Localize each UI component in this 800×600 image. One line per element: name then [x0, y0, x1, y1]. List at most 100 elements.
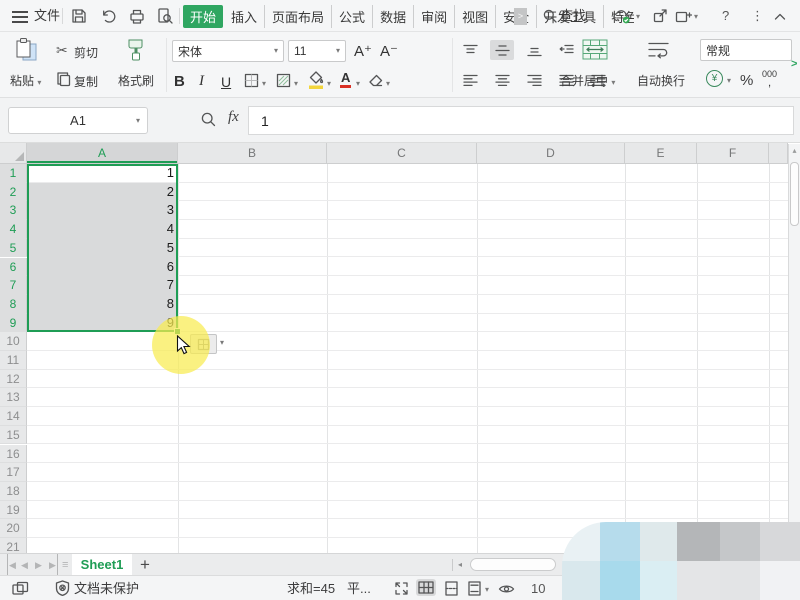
row-header-21[interactable]: 21 — [0, 538, 27, 553]
row-header-20[interactable]: 20 — [0, 519, 27, 538]
paste-icon[interactable] — [14, 37, 40, 65]
file-menu[interactable]: 文件 — [34, 0, 60, 32]
spreadsheet-grid[interactable]: ABCDEF123456789101112131415161718192021 … — [0, 143, 800, 553]
copy-button[interactable]: 复制 — [74, 73, 98, 90]
cell-A2[interactable]: 2 — [27, 183, 178, 202]
row-header-13[interactable]: 13 — [0, 388, 27, 407]
menu-tab-7[interactable]: 视图 — [455, 5, 496, 28]
menu-tab-2[interactable]: 插入 — [224, 5, 265, 28]
bold-button[interactable]: B — [174, 70, 185, 90]
name-box[interactable]: A1 ▾ — [8, 107, 148, 134]
column-header-A[interactable]: A — [27, 143, 178, 164]
search-icon[interactable] — [542, 8, 558, 24]
row-header-7[interactable]: 7 — [0, 276, 27, 295]
new-window-icon[interactable] — [674, 8, 692, 24]
fullscreen-icon[interactable] — [394, 581, 409, 596]
insert-function-icon[interactable]: fx — [228, 109, 239, 126]
column-header-partial[interactable] — [769, 143, 788, 164]
search-label[interactable]: 查找 — [560, 0, 586, 32]
help-icon[interactable]: ? — [722, 0, 729, 32]
cell-A8[interactable]: 8 — [27, 295, 178, 314]
menu-tab-6[interactable]: 审阅 — [414, 5, 455, 28]
ribbon-more-chevron[interactable]: > — [791, 58, 797, 70]
row-header-5[interactable]: 5 — [0, 239, 27, 258]
workbook-icon[interactable] — [12, 581, 29, 596]
dropdown-icon[interactable]: ▾ — [274, 47, 278, 55]
row-header-17[interactable]: 17 — [0, 463, 27, 482]
row-header-10[interactable]: 10 — [0, 332, 27, 351]
highlight-color-button[interactable] — [308, 70, 324, 90]
add-sheet-button[interactable]: + — [140, 554, 150, 575]
hscroll-left-icon[interactable]: ◂ — [458, 554, 462, 576]
normal-view-button[interactable] — [416, 579, 436, 596]
print-preview-icon[interactable] — [156, 7, 174, 25]
row-header-16[interactable]: 16 — [0, 445, 27, 464]
align-center-button[interactable] — [490, 70, 514, 90]
dropdown-icon[interactable]: ▾ — [336, 47, 340, 55]
column-header-C[interactable]: C — [327, 143, 477, 164]
page-layout-view-button[interactable] — [467, 581, 482, 596]
tab-overflow-chevron[interactable]: > — [514, 8, 527, 25]
font-color-button[interactable]: A — [340, 71, 351, 88]
print-icon[interactable] — [128, 8, 146, 24]
column-header-D[interactable]: D — [477, 143, 625, 164]
percent-format-button[interactable]: % — [740, 72, 753, 89]
decrease-font-button[interactable]: A⁻ — [380, 42, 398, 60]
first-sheet-icon[interactable]: ◀ — [7, 554, 16, 576]
row-header-15[interactable]: 15 — [0, 426, 27, 445]
cell-A4[interactable]: 4 — [27, 220, 178, 239]
undo-icon[interactable] — [99, 7, 117, 25]
cell-A6[interactable]: 6 — [27, 258, 178, 277]
shading-button[interactable] — [276, 73, 291, 88]
eraser-button[interactable] — [368, 73, 384, 88]
prev-sheet-icon[interactable]: ◀ — [21, 554, 28, 576]
sheet-list-icon[interactable]: ≡ — [62, 554, 68, 576]
share-icon[interactable] — [652, 8, 668, 24]
increase-font-button[interactable]: A⁺ — [354, 42, 372, 60]
currency-dropdown-icon[interactable]: ▾ — [727, 77, 731, 85]
eraser-dropdown-icon[interactable]: ▾ — [386, 80, 390, 88]
row-header-2[interactable]: 2 — [0, 183, 27, 202]
collapse-ribbon-icon[interactable] — [773, 12, 787, 21]
borders-dropdown-icon[interactable]: ▾ — [262, 80, 266, 88]
menu-tab-3[interactable]: 页面布局 — [265, 5, 332, 28]
underline-button[interactable]: U — [221, 70, 231, 90]
sheet-tab-sheet1[interactable]: Sheet1 — [72, 554, 132, 576]
number-format-select[interactable]: 常规 — [700, 39, 792, 61]
wrap-text-button[interactable]: 自动换行 — [637, 72, 685, 89]
highlight-dropdown-icon[interactable]: ▾ — [327, 80, 331, 88]
save-icon[interactable] — [70, 7, 88, 25]
italic-button[interactable]: I — [199, 70, 204, 90]
row-header-6[interactable]: 6 — [0, 258, 27, 277]
row-header-11[interactable]: 11 — [0, 351, 27, 370]
align-bottom-button[interactable] — [522, 40, 546, 60]
menu-tab-1[interactable]: 开始 — [183, 5, 223, 28]
cell-A3[interactable]: 3 — [27, 201, 178, 220]
formula-search-icon[interactable] — [200, 111, 217, 128]
align-left-button[interactable] — [458, 70, 482, 90]
row-header-8[interactable]: 8 — [0, 295, 27, 314]
vertical-scroll-thumb[interactable] — [790, 162, 799, 226]
font-size-select[interactable]: 11▾ — [288, 40, 346, 62]
font-color-dropdown-icon[interactable]: ▾ — [356, 80, 360, 88]
cloud-sync-icon[interactable] — [612, 8, 633, 25]
row-header-19[interactable]: 19 — [0, 501, 27, 520]
row-header-14[interactable]: 14 — [0, 407, 27, 426]
format-painter-button[interactable]: 格式刷 — [118, 72, 154, 89]
menu-tab-4[interactable]: 公式 — [332, 5, 373, 28]
name-box-dropdown-icon[interactable]: ▾ — [136, 117, 140, 125]
column-header-E[interactable]: E — [625, 143, 697, 164]
menu-tab-5[interactable]: 数据 — [373, 5, 414, 28]
align-right-button[interactable] — [522, 70, 546, 90]
shading-dropdown-icon[interactable]: ▾ — [294, 80, 298, 88]
paste-button[interactable]: 粘贴 ▾ — [10, 72, 41, 89]
zoom-level[interactable]: 10 — [531, 576, 545, 600]
select-all-corner[interactable] — [0, 143, 27, 164]
next-sheet-icon[interactable]: ▶ — [35, 554, 42, 576]
horizontal-scroll-thumb[interactable] — [470, 558, 556, 571]
row-header-18[interactable]: 18 — [0, 482, 27, 501]
window-dropdown-icon[interactable]: ▾ — [694, 13, 698, 21]
comma-format-button[interactable]: 000, — [762, 70, 777, 87]
align-middle-button[interactable] — [490, 40, 514, 60]
formula-input[interactable]: 1 — [248, 106, 794, 135]
